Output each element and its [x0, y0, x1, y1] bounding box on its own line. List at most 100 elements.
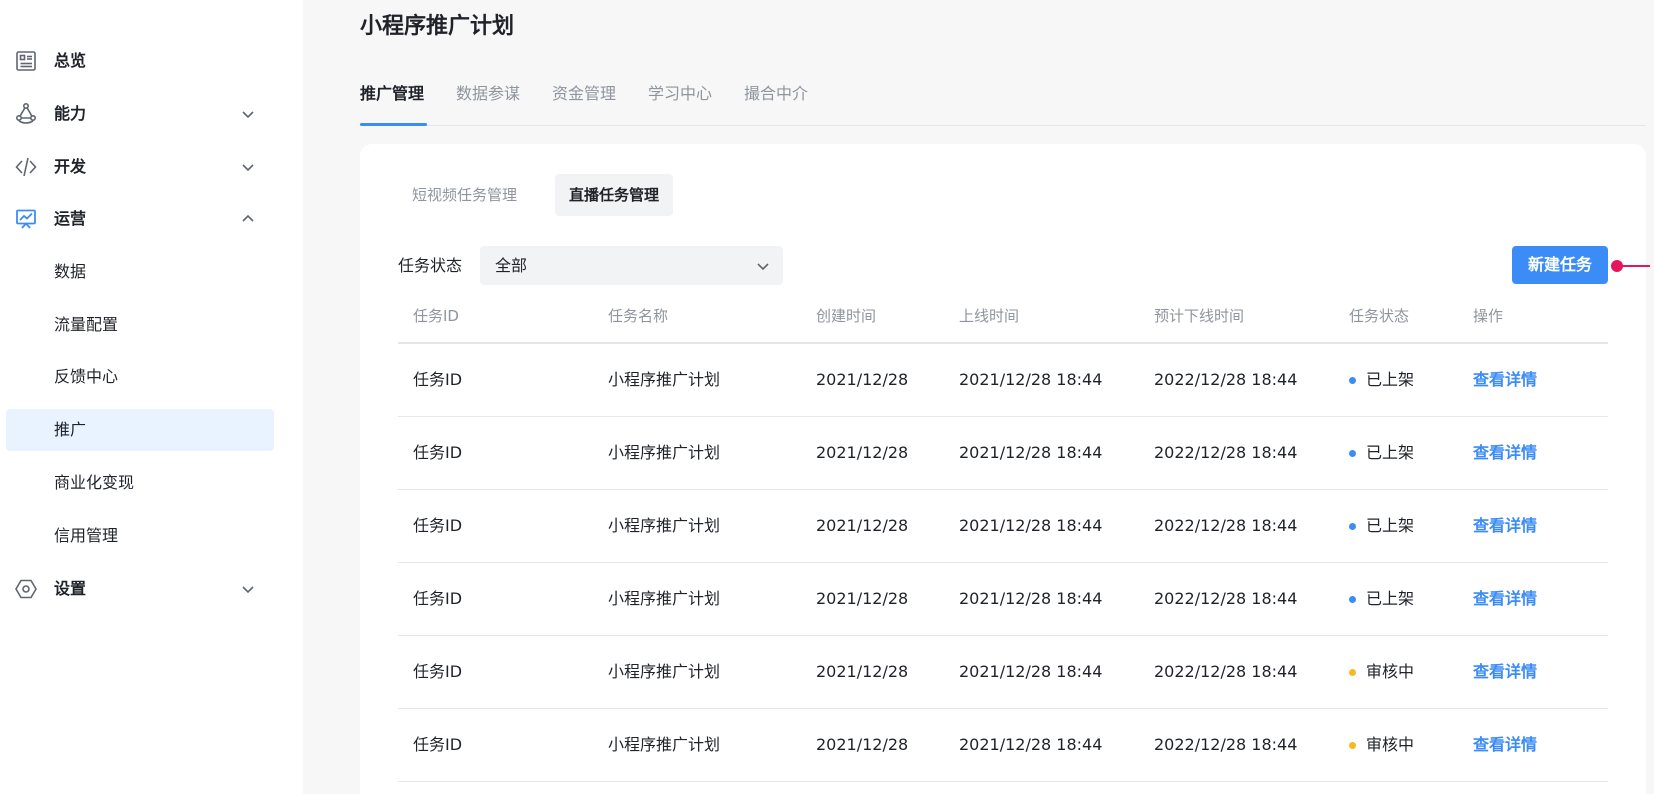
- status-filter-select[interactable]: 全部: [480, 246, 783, 285]
- cell-offline-time: 2022/12/28 18:44: [1154, 370, 1298, 389]
- cell-task-status: 已上架: [1349, 344, 1414, 416]
- table-row: 任务ID 小程序推广计划 2021/12/28 2021/12/28 18:44…: [398, 709, 1608, 782]
- sidebar-sub-item-data[interactable]: 数据: [6, 251, 274, 293]
- cell-online-time: 2021/12/28 18:44: [959, 662, 1103, 681]
- cell-task-id: 任务ID: [413, 516, 463, 535]
- tab-fund-management[interactable]: 资金管理: [552, 82, 616, 106]
- cell-online-time: 2021/12/28 18:44: [959, 735, 1103, 754]
- chevron-down-icon: [242, 111, 254, 119]
- status-dot: [1349, 449, 1356, 457]
- cell-task-name: 小程序推广计划: [608, 370, 721, 389]
- chevron-up-icon: [242, 214, 254, 222]
- view-details-link[interactable]: 查看详情: [1473, 636, 1537, 708]
- cell-offline-time: 2022/12/28 18:44: [1154, 443, 1298, 462]
- sidebar-sub-item-feedback[interactable]: 反馈中心: [6, 356, 274, 398]
- chevron-down-icon: [242, 164, 254, 172]
- cell-created-time: 2021/12/28: [816, 370, 909, 389]
- status-dot: [1349, 522, 1356, 530]
- column-header: 预计下线时间: [1154, 307, 1245, 325]
- status-filter-label: 任务状态: [398, 256, 463, 275]
- cell-online-time: 2021/12/28 18:44: [959, 370, 1103, 389]
- view-details-link[interactable]: 查看详情: [1473, 709, 1537, 781]
- sidebar-sub-item-promotion[interactable]: 推广: [6, 409, 274, 451]
- cell-task-id: 任务ID: [413, 735, 463, 754]
- table-header: 任务ID 任务名称 创建时间 上线时间 预计下线时间 任务状态 操作: [398, 298, 1608, 344]
- column-header: 任务状态: [1349, 307, 1410, 325]
- status-filter-value: 全部: [495, 256, 528, 275]
- content-card: 短视频任务管理 直播任务管理 任务状态 全部 新建任务 任务ID 任务名称 创建…: [360, 144, 1650, 794]
- sidebar-item-label: 总览: [54, 51, 87, 70]
- new-task-button[interactable]: 新建任务: [1512, 246, 1608, 284]
- sidebar-item-label: 运营: [54, 209, 87, 228]
- view-details-link[interactable]: 查看详情: [1473, 563, 1537, 635]
- cell-task-status: 已上架: [1349, 417, 1414, 489]
- cell-created-time: 2021/12/28: [816, 516, 909, 535]
- sidebar-item-ability[interactable]: 能力: [0, 92, 303, 136]
- cell-created-time: 2021/12/28: [816, 443, 909, 462]
- cell-offline-time: 2022/12/28 18:44: [1154, 516, 1298, 535]
- tab-promotion-management[interactable]: 推广管理: [360, 82, 424, 106]
- chart-board-icon: [16, 209, 36, 229]
- table-row: 任务ID 小程序推广计划 2021/12/28 2021/12/28 18:44…: [398, 417, 1608, 490]
- sidebar: 总览 能力 开发 运营 数据 流量配置 反馈中心 推广 商业化变现 信用管理 设…: [0, 0, 303, 794]
- column-header: 上线时间: [959, 307, 1020, 325]
- sidebar-item-label: 设置: [54, 579, 87, 598]
- table-row: 任务ID 小程序推广计划 2021/12/28 2021/12/28 18:44…: [398, 563, 1608, 636]
- sidebar-item-overview[interactable]: 总览: [0, 39, 303, 83]
- cell-task-name: 小程序推广计划: [608, 735, 721, 754]
- status-dot: [1349, 668, 1356, 676]
- active-tab-indicator: [360, 123, 427, 126]
- status-text: 已上架: [1366, 589, 1415, 608]
- cell-online-time: 2021/12/28 18:44: [959, 443, 1103, 462]
- sidebar-sub-item-label: 商业化变现: [54, 473, 135, 492]
- column-header: 操作: [1473, 307, 1504, 325]
- cell-task-name: 小程序推广计划: [608, 516, 721, 535]
- table-row: 任务ID 小程序推广计划 2021/12/28 2021/12/28 18:44…: [398, 490, 1608, 563]
- ability-icon: [15, 102, 36, 124]
- dashboard-icon: [16, 51, 36, 71]
- tab-data-advisor[interactable]: 数据参谋: [456, 82, 520, 106]
- subtab-live-tasks[interactable]: 直播任务管理: [555, 174, 674, 216]
- status-text: 已上架: [1366, 370, 1415, 389]
- sidebar-item-operations[interactable]: 运营: [0, 197, 303, 241]
- chevron-down-icon: [242, 586, 254, 594]
- subtab-short-video-tasks[interactable]: 短视频任务管理: [398, 174, 531, 216]
- sidebar-item-develop[interactable]: 开发: [0, 145, 303, 189]
- chevron-down-icon: [757, 263, 769, 271]
- cell-offline-time: 2022/12/28 18:44: [1154, 589, 1298, 608]
- view-details-link[interactable]: 查看详情: [1473, 417, 1537, 489]
- sidebar-sub-item-monetization[interactable]: 商业化变现: [6, 462, 274, 504]
- cell-task-id: 任务ID: [413, 370, 463, 389]
- view-details-link[interactable]: 查看详情: [1473, 490, 1537, 562]
- status-text: 审核中: [1366, 662, 1415, 681]
- sidebar-sub-item-label: 反馈中心: [54, 367, 119, 386]
- sidebar-sub-item-traffic-config[interactable]: 流量配置: [6, 304, 274, 346]
- cell-task-id: 任务ID: [413, 589, 463, 608]
- sidebar-item-label: 开发: [54, 157, 87, 176]
- cell-online-time: 2021/12/28 18:44: [959, 516, 1103, 535]
- annotation-pin-line: [1620, 265, 1650, 267]
- view-details-link[interactable]: 查看详情: [1473, 344, 1537, 416]
- sidebar-sub-item-label: 数据: [54, 262, 87, 281]
- tab-matchmaking[interactable]: 撮合中介: [744, 82, 808, 106]
- cell-offline-time: 2022/12/28 18:44: [1154, 662, 1298, 681]
- cell-task-status: 已上架: [1349, 490, 1414, 562]
- column-header: 创建时间: [816, 307, 877, 325]
- status-dot: [1349, 595, 1356, 603]
- sidebar-item-settings[interactable]: 设置: [0, 567, 303, 611]
- settings-icon: [15, 579, 37, 599]
- cell-task-name: 小程序推广计划: [608, 443, 721, 462]
- table-row: 任务ID 小程序推广计划 2021/12/28 2021/12/28 18:44…: [398, 636, 1608, 709]
- sidebar-sub-item-credit[interactable]: 信用管理: [6, 515, 274, 557]
- cell-created-time: 2021/12/28: [816, 735, 909, 754]
- column-header: 任务ID: [413, 307, 459, 325]
- cell-task-status: 审核中: [1349, 636, 1414, 708]
- cell-task-id: 任务ID: [413, 662, 463, 681]
- sidebar-sub-item-label: 信用管理: [54, 526, 119, 545]
- status-dot: [1349, 741, 1356, 749]
- table-row: 任务ID 小程序推广计划 2021/12/28 2021/12/28 18:44…: [398, 344, 1608, 417]
- cell-created-time: 2021/12/28: [816, 589, 909, 608]
- tab-learning-center[interactable]: 学习中心: [648, 82, 712, 106]
- sidebar-sub-item-label: 流量配置: [54, 315, 119, 334]
- sidebar-sub-item-label: 推广: [54, 420, 87, 439]
